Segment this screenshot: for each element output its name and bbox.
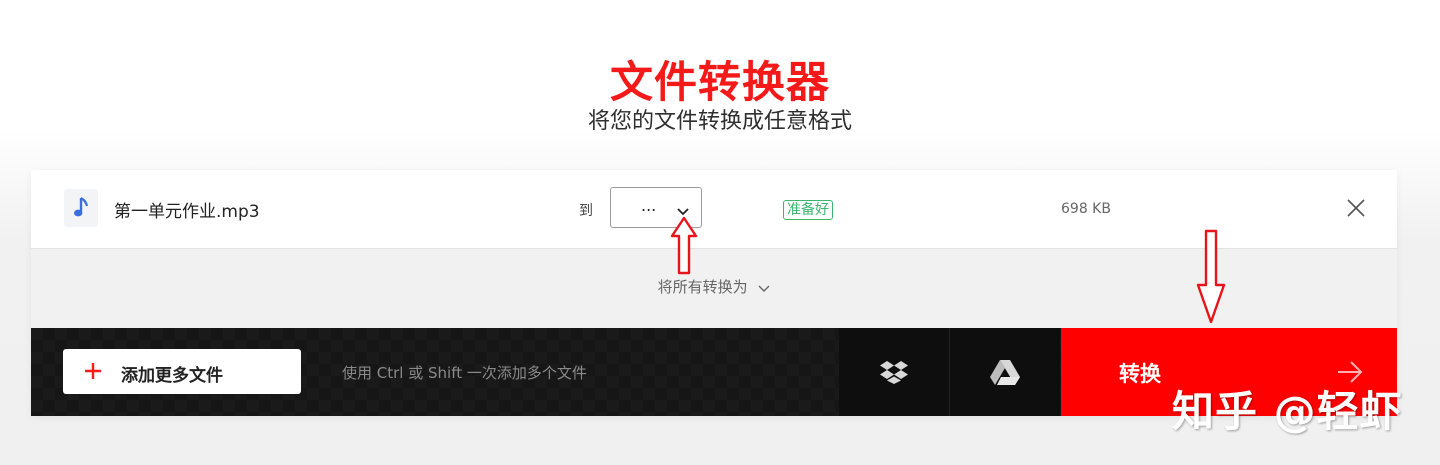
chevron-down-icon: [758, 279, 770, 297]
annotation-down-arrow: [1195, 229, 1227, 329]
convert-button-label: 转换: [1119, 362, 1161, 386]
google-drive-button[interactable]: [950, 328, 1060, 416]
page-title: 文件转换器: [610, 58, 830, 108]
file-name: 第一单元作业.mp3: [114, 202, 260, 222]
add-more-files-label: 添加更多文件: [121, 366, 223, 386]
status-badge: 准备好: [783, 200, 833, 220]
multi-select-hint: 使用 Ctrl 或 Shift 一次添加多个文件: [342, 364, 587, 382]
music-note-icon: [64, 189, 98, 227]
annotation-up-arrow: [669, 216, 699, 280]
file-row: 第一单元作业.mp3 到 ... 准备好 698 KB: [31, 170, 1397, 249]
dropbox-icon: [880, 361, 908, 384]
remove-file-button[interactable]: [1345, 197, 1367, 219]
dropbox-button[interactable]: [839, 328, 950, 416]
to-label: 到: [579, 203, 593, 219]
convert-all-label: 将所有转换为: [657, 278, 748, 296]
plus-icon: [83, 361, 103, 385]
file-size: 698 KB: [1061, 201, 1111, 217]
format-select-value: ...: [641, 196, 657, 215]
close-icon: [1347, 199, 1365, 217]
convert-all-dropdown[interactable]: 将所有转换为: [31, 276, 1397, 297]
google-drive-icon: [990, 360, 1020, 385]
page-subtitle: 将您的文件转换成任意格式: [587, 109, 852, 134]
watermark-text: 知乎 @轻虾: [1172, 387, 1403, 436]
add-more-files-button[interactable]: 添加更多文件: [63, 349, 301, 394]
